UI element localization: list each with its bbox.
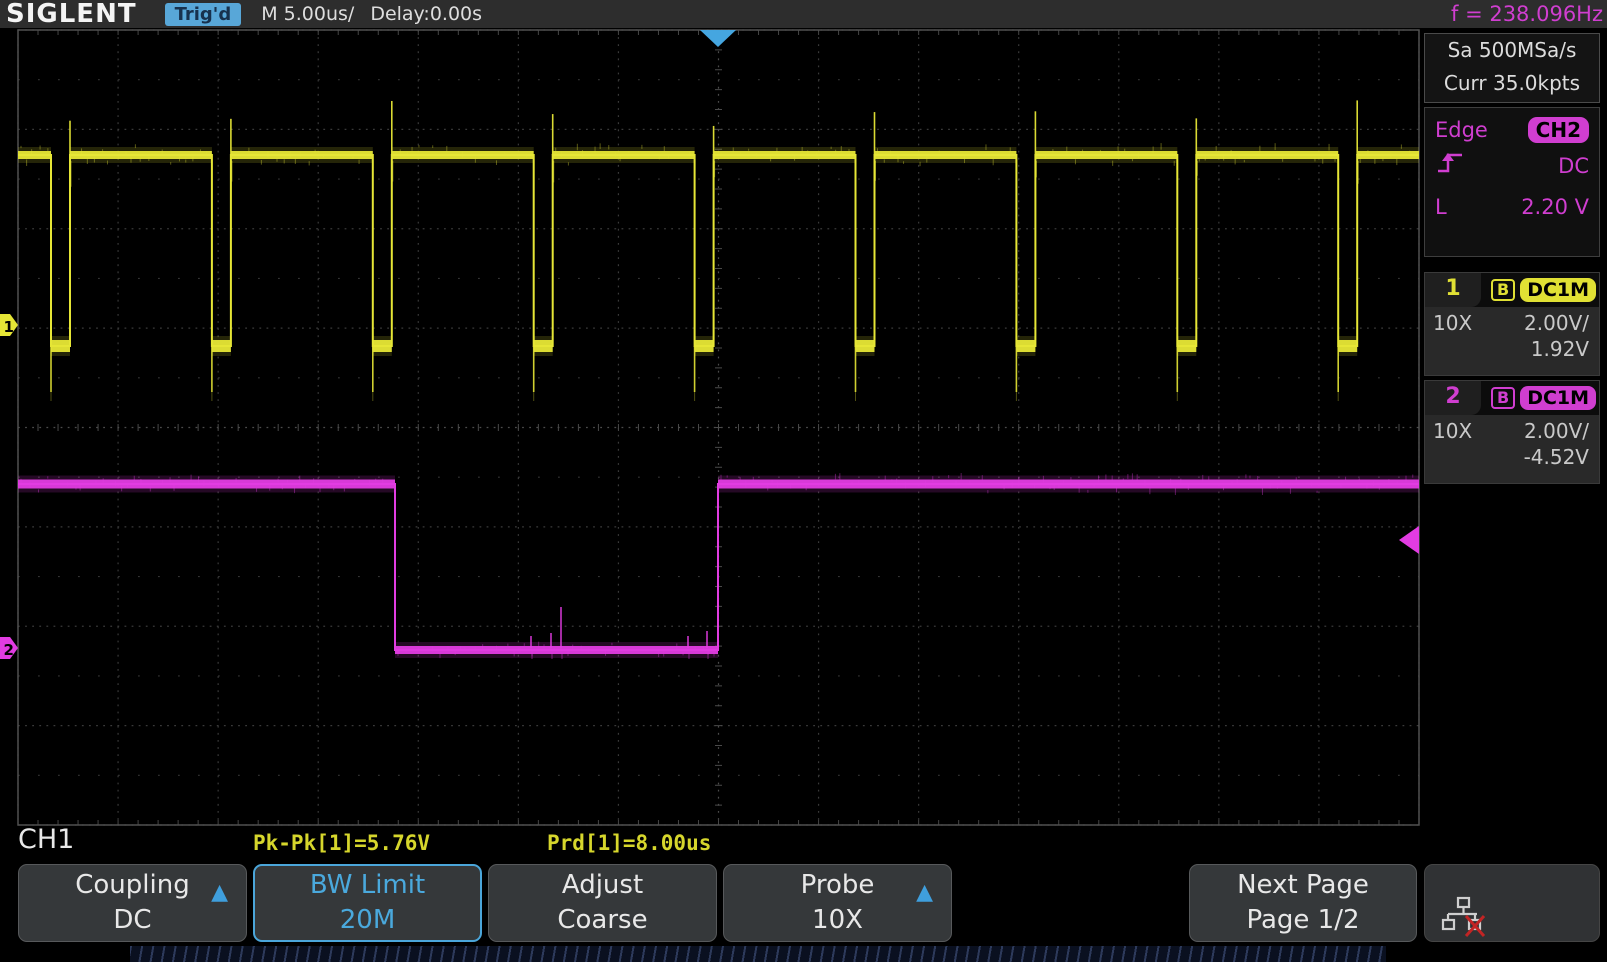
softkey-bwlimit-value: 20M: [340, 903, 396, 938]
trigger-coupling: DC: [1558, 154, 1589, 178]
trigger-frequency-readout: f = 238.096Hz: [1451, 2, 1603, 26]
softkey-next-page[interactable]: Next Page Page 1/2: [1189, 864, 1417, 942]
timebase-readout: M 5.00us/: [261, 3, 354, 25]
softkey-coupling-title: Coupling: [75, 870, 189, 900]
softkey-adjust-value: Coarse: [557, 903, 647, 938]
trigger-source-badge: CH2: [1528, 117, 1589, 143]
channel1-number: 1: [1425, 273, 1481, 307]
channel2-number: 2: [1425, 381, 1481, 415]
softkey-coupling[interactable]: Coupling ▲ DC: [18, 864, 247, 942]
softkey-bwlimit-title: BW Limit: [310, 870, 425, 900]
trigger-level-value: 2.20 V: [1521, 195, 1589, 219]
channel2-info-box[interactable]: 2 B DC1M 10X 2.00V/ -4.52V: [1424, 380, 1600, 484]
channel2-scale: 2.00V/: [1524, 419, 1589, 443]
trigger-status-badge: Trig'd: [165, 3, 242, 26]
softkey-probe-value: 10X: [812, 903, 863, 938]
rising-edge-icon: [1435, 150, 1467, 181]
channel1-bwlimit-badge: B: [1491, 279, 1515, 301]
channel1-scale: 2.00V/: [1524, 311, 1589, 335]
up-arrow-icon: ▲: [916, 875, 933, 910]
channel2-coupling-badge: DC1M: [1520, 386, 1596, 410]
trigger-level-marker[interactable]: [1399, 526, 1419, 554]
oscilloscope-screen: 12 SIGLENT Trig'd M 5.00us/ Delay:0.00s …: [0, 0, 1607, 962]
acquisition-info-box: Sa 500MSa/s Curr 35.0kpts: [1424, 33, 1600, 103]
status-icon-area: [1424, 864, 1600, 942]
channel1-info-box[interactable]: 1 B DC1M 10X 2.00V/ 1.92V: [1424, 272, 1600, 376]
up-arrow-icon: ▲: [211, 875, 228, 910]
delay-readout: Delay:0.00s: [370, 3, 482, 25]
trigger-position-marker[interactable]: [700, 30, 736, 47]
channel1-offset: 1.92V: [1425, 335, 1599, 361]
memory-depth: Curr 35.0kpts: [1425, 67, 1599, 100]
softkey-bwlimit[interactable]: BW Limit 20M: [253, 864, 482, 942]
softkey-adjust-title: Adjust: [562, 870, 643, 900]
ch1-zero-marker[interactable]: 1: [0, 314, 18, 336]
active-channel-label: CH1: [18, 824, 74, 855]
softkey-adjust[interactable]: Adjust Coarse: [488, 864, 717, 942]
trigger-type: Edge: [1435, 118, 1488, 142]
network-disconnected-icon: [1439, 896, 1485, 938]
softkey-next-page-value: Page 1/2: [1246, 903, 1359, 938]
siglent-logo: SIGLENT: [6, 0, 137, 29]
channel1-probe: 10X: [1433, 311, 1472, 335]
channel2-offset: -4.52V: [1425, 443, 1599, 469]
softkey-coupling-value: DC: [113, 903, 151, 938]
softkey-probe-title: Probe: [801, 870, 875, 900]
trigger-settings-box[interactable]: Edge CH2 DC L 2.20 V: [1424, 107, 1600, 257]
measurement-pkpk: Pk-Pk[1]=5.76V: [253, 831, 430, 855]
trigger-level-label: L: [1435, 195, 1447, 219]
ch2-trace: [18, 473, 1419, 659]
channel2-bwlimit-badge: B: [1491, 387, 1515, 409]
waveform-display: 12: [0, 0, 1607, 962]
measurement-period: Prd[1]=8.00us: [547, 831, 711, 855]
channel2-probe: 10X: [1433, 419, 1472, 443]
channel1-coupling-badge: DC1M: [1520, 278, 1596, 302]
ch2-zero-marker[interactable]: 2: [0, 637, 18, 659]
softkey-probe[interactable]: Probe ▲ 10X: [723, 864, 952, 942]
svg-text:1: 1: [4, 318, 14, 336]
sample-rate: Sa 500MSa/s: [1425, 34, 1599, 67]
softkey-next-page-title: Next Page: [1237, 870, 1369, 900]
svg-text:2: 2: [4, 641, 14, 659]
top-bar: SIGLENT Trig'd M 5.00us/ Delay:0.00s f =…: [0, 0, 1607, 28]
bottom-bezel-strip: [130, 946, 1386, 962]
